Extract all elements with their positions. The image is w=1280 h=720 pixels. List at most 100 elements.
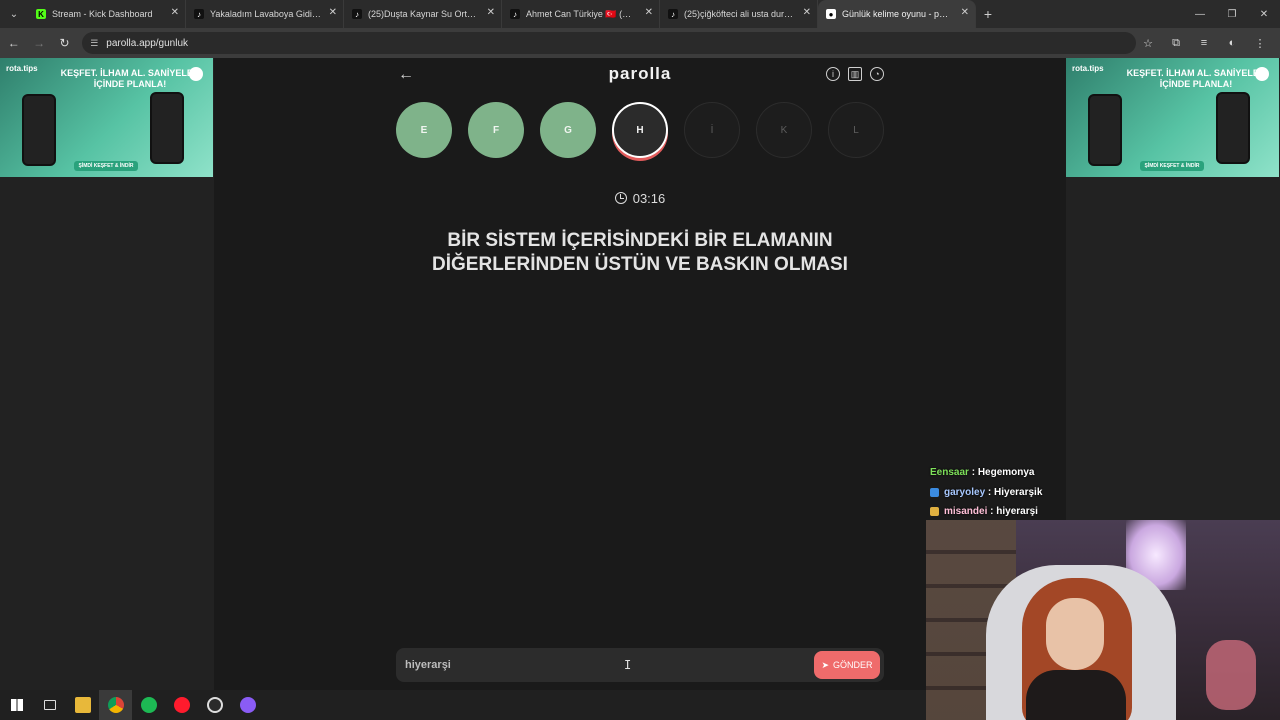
chat-username: garyoley [944, 486, 986, 498]
new-tab-icon[interactable]: + [976, 0, 1000, 28]
letter-circle: H [612, 102, 668, 158]
chat-badge-icon [930, 507, 939, 517]
site-info-icon[interactable]: ☰ [90, 38, 98, 49]
browser-tab[interactable]: ♪ Yakaladım Lavaboya Gidiyor, Ha ✕ [186, 0, 344, 28]
webcam-feed [926, 520, 1280, 720]
tab-close-icon[interactable]: ✕ [645, 7, 653, 18]
letter-circle: G [540, 102, 596, 158]
answer-input[interactable] [396, 648, 806, 682]
clock-icon [614, 192, 627, 204]
ad-brand: rota.tips [1072, 64, 1104, 73]
forward-icon[interactable]: → [27, 31, 50, 55]
account-icon[interactable]: ◔ [870, 67, 884, 81]
tab-favicon-icon: ♪ [510, 9, 520, 19]
tab-close-icon[interactable]: ✕ [171, 7, 179, 18]
letter-circle: K [756, 102, 812, 158]
ad-dot [1255, 67, 1269, 81]
browser-tab-bar: ⌄ K Stream - Kick Dashboard ✕ ♪ Yakaladım La… [0, 0, 1280, 28]
tab-close-icon[interactable]: ✕ [487, 7, 495, 18]
send-icon: ➤ [821, 659, 830, 670]
extensions-icon[interactable]: ⧉ [1164, 31, 1188, 55]
tab-title: (25)Duşta Kaynar Su Ortamı De [368, 9, 479, 19]
tab-favicon-icon: K [36, 9, 46, 19]
room-decor [1206, 640, 1256, 710]
stats-icon[interactable]: ▥ [848, 67, 862, 81]
ad-headline: KEŞFET. İLHAM AL. SANİYELER İÇİNDE PLANL… [60, 68, 200, 89]
letter-progress: EFGHİKL [396, 102, 886, 162]
profile-icon[interactable]: ◐ [1220, 31, 1244, 55]
file-explorer-icon[interactable] [66, 690, 99, 720]
tab-title: Yakaladım Lavaboya Gidiyor, Ha [210, 9, 321, 19]
browser-tab[interactable]: ● Günlük kelime oyunu - parolla ✕ [818, 0, 976, 28]
window-controls: — ❐ ✕ [1184, 0, 1280, 28]
tab-strip: K Stream - Kick Dashboard ✕ ♪ Yakaladım Lava… [28, 0, 976, 28]
ad-phone-image [1216, 92, 1250, 164]
chat-separator: : [968, 467, 978, 479]
chat-text: hiyerarşi [996, 506, 1038, 518]
ad-cta-button[interactable]: ŞİMDİ KEŞFET & İNDİR [1140, 161, 1204, 171]
timer: 03:16 [384, 191, 896, 206]
restore-icon[interactable]: ❐ [1216, 0, 1248, 28]
ad-phone-image [1088, 94, 1122, 166]
send-button[interactable]: ➤ GÖNDER [814, 651, 880, 679]
letter-circle: E [396, 102, 452, 158]
chat-message: Eensaar : Hegemonya [930, 463, 1270, 483]
task-view-icon[interactable] [33, 690, 66, 720]
start-icon[interactable] [0, 690, 33, 720]
close-window-icon[interactable]: ✕ [1248, 0, 1280, 28]
tab-close-icon[interactable]: ✕ [961, 7, 969, 18]
ad-cta-button[interactable]: ŞİMDİ KEŞFET & İNDİR [74, 161, 138, 171]
question-text: BİR SİSTEM İÇERİSİNDEKİ BİR ELAMANIN DİĞ… [432, 230, 848, 275]
chat-text: Hiyerarşik [994, 486, 1043, 498]
minimize-icon[interactable]: — [1184, 0, 1216, 28]
letter-circle: L [828, 102, 884, 158]
tab-close-icon[interactable]: ✕ [803, 7, 811, 18]
menu-icon[interactable]: ⋮ [1248, 31, 1272, 55]
streamer-face [1046, 598, 1104, 670]
chrome-icon[interactable] [99, 690, 132, 720]
chat-separator: : [985, 486, 995, 498]
letter-circle: F [468, 102, 524, 158]
browser-tab[interactable]: K Stream - Kick Dashboard ✕ [28, 0, 186, 28]
media-icon[interactable]: ≡ [1192, 31, 1216, 55]
spotify-icon[interactable] [132, 690, 165, 720]
ad-phone-image [22, 94, 56, 166]
browser-tab[interactable]: ♪ (25)çiğköfteci ali usta durma de ✕ [660, 0, 818, 28]
info-icon[interactable]: i [826, 67, 840, 81]
tab-title: Stream - Kick Dashboard [52, 9, 153, 19]
game-panel: ← parolla i ▥ ◔ EFGHİKL 03:16 BİR SİSTEM… [384, 58, 896, 690]
answer-bar: I ➤ GÖNDER [396, 648, 884, 682]
ad-brand: rota.tips [6, 64, 38, 73]
discord-icon[interactable] [231, 690, 264, 720]
browser-tab[interactable]: ♪ Ahmet Can Türkiye 🇹🇷 (@ahmet ✕ [502, 0, 660, 28]
left-ad-banner[interactable]: rota.tips KEŞFET. İLHAM AL. SANİYELER İÇ… [0, 58, 213, 177]
browser-nav-bar: ← → ↻ ☰ parolla.app/gunluk ☆ ⧉ ≡ ◐ ⋮ [0, 28, 1280, 58]
left-sidebar: rota.tips KEŞFET. İLHAM AL. SANİYELER İÇ… [0, 58, 214, 690]
back-icon[interactable]: ← [2, 31, 25, 55]
browser-tab[interactable]: ♪ (25)Duşta Kaynar Su Ortamı De ✕ [344, 0, 502, 28]
right-ad-banner[interactable]: rota.tips KEŞFET. İLHAM AL. SANİYELER İÇ… [1066, 58, 1279, 177]
obs-icon[interactable] [198, 690, 231, 720]
tab-title: Günlük kelime oyunu - parolla [842, 9, 953, 19]
letter-circle: İ [684, 102, 740, 158]
chat-badge-icon [930, 487, 939, 497]
ad-phone-image [150, 92, 184, 164]
chat-separator: : [987, 506, 997, 518]
chat-username: Eensaar [930, 467, 969, 479]
chat-message: misandei : hiyerarşi [930, 502, 1270, 522]
tab-favicon-icon: ♪ [194, 9, 204, 19]
tab-search-icon[interactable]: ⌄ [0, 0, 28, 28]
browser-actions: ☆ ⧉ ≡ ◐ ⋮ [1136, 31, 1272, 55]
header-icons: i ▥ ◔ [826, 67, 884, 81]
tab-favicon-icon: ♪ [668, 9, 678, 19]
ad-dot [189, 67, 203, 81]
bookmark-star-icon[interactable]: ☆ [1136, 31, 1160, 55]
timer-value: 03:16 [632, 191, 666, 206]
tab-title: (25)çiğköfteci ali usta durma de [684, 9, 795, 19]
tab-favicon-icon: ● [826, 9, 836, 19]
opera-icon[interactable] [165, 690, 198, 720]
reload-icon[interactable]: ↻ [53, 31, 76, 55]
address-bar[interactable]: ☰ parolla.app/gunluk [82, 32, 1136, 54]
chat-text: Hegemonya [977, 467, 1035, 479]
tab-close-icon[interactable]: ✕ [329, 7, 337, 18]
